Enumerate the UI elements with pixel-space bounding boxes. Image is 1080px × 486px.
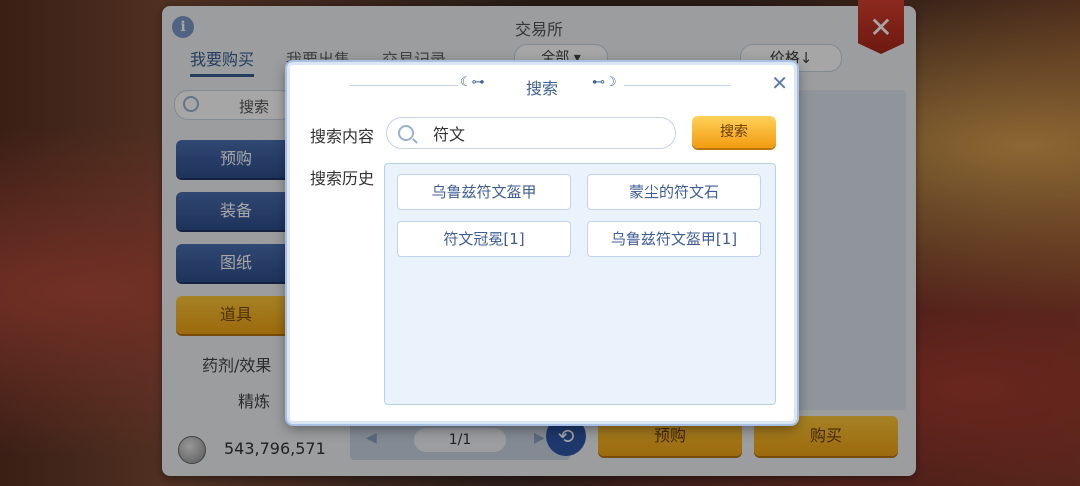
title-ornament-line-right (624, 85, 730, 86)
subcategory-potion[interactable]: 药剂/效果 (202, 352, 271, 376)
search-input[interactable] (386, 117, 676, 149)
category-items[interactable]: 道具 (176, 296, 296, 334)
history-item[interactable]: 符文冠冕[1] (397, 221, 571, 257)
search-icon (183, 96, 199, 112)
history-item[interactable]: 乌鲁兹符文盔甲[1] (587, 221, 761, 257)
category-preorder[interactable]: 预购 (176, 140, 296, 178)
zeny-coin-icon (178, 436, 206, 464)
search-dialog: ☾⊶ 搜索 ⊷☽ ✕ 搜索内容 搜索 搜索历史 乌鲁兹符文盔甲 蒙尘的符文石 符… (287, 62, 797, 424)
search-icon (398, 125, 414, 141)
gold-amount: 543,796,571 (224, 439, 326, 458)
pager: ◀ 1/1 ▶ (350, 420, 570, 460)
title-ornament-right-icon: ⊷☽ (592, 75, 617, 90)
prev-page-icon[interactable]: ◀ (366, 430, 377, 446)
category-equipment[interactable]: 装备 (176, 192, 296, 230)
tab-buy[interactable]: 我要购买 (190, 46, 255, 77)
category-blueprint[interactable]: 图纸 (176, 244, 296, 282)
search-history-panel: 乌鲁兹符文盔甲 蒙尘的符文石 符文冠冕[1] 乌鲁兹符文盔甲[1] (384, 163, 776, 405)
history-item[interactable]: 蒙尘的符文石 (587, 174, 761, 210)
exchange-title: 交易所 (514, 20, 563, 39)
page-number: 1/1 (414, 428, 506, 452)
exchange-search-label: 搜索 (239, 98, 270, 116)
next-page-icon[interactable]: ▶ (534, 430, 545, 446)
search-history-label: 搜索历史 (310, 169, 375, 188)
history-item[interactable]: 乌鲁兹符文盔甲 (397, 174, 571, 210)
close-icon[interactable]: ✕ (771, 71, 788, 95)
dialog-title: 搜索 (525, 79, 558, 98)
close-window-button[interactable]: ✕ (858, 0, 904, 54)
exchange-search-box[interactable]: 搜索 (174, 90, 294, 120)
search-button[interactable]: 搜索 (692, 116, 776, 148)
search-content-label: 搜索内容 (310, 127, 375, 146)
subcategory-refine[interactable]: 精炼 (238, 388, 270, 412)
